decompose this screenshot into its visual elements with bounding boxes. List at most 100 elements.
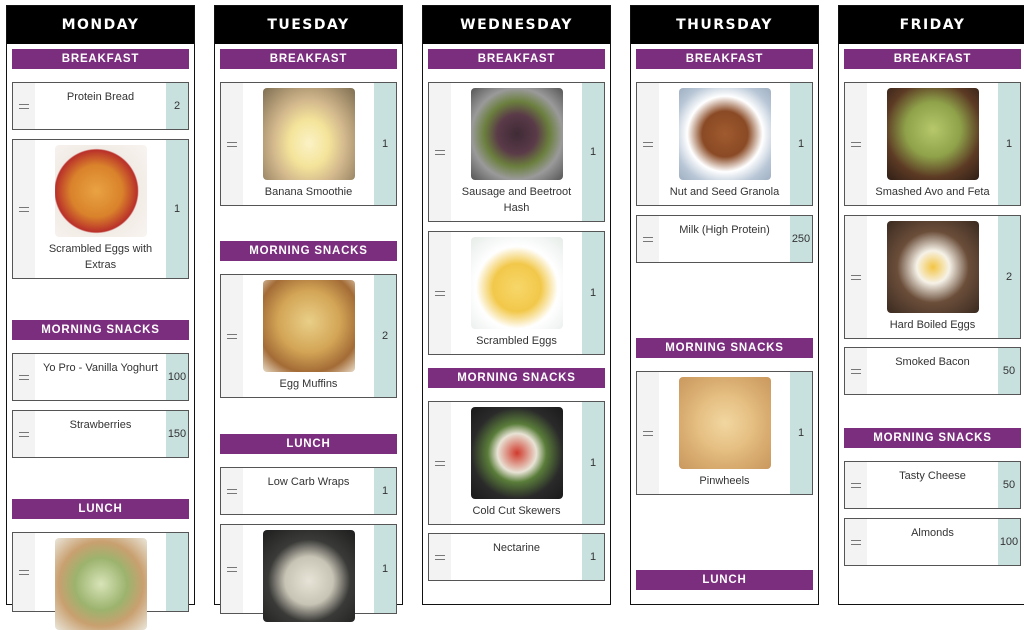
drag-handle-icon <box>227 489 237 494</box>
drag-handle[interactable] <box>221 525 243 613</box>
drag-handle[interactable] <box>13 533 35 611</box>
drag-handle-icon <box>435 555 445 560</box>
item-name: Pinwheels <box>699 475 750 487</box>
meal-item[interactable]: Scrambled Eggs 1 <box>428 231 605 355</box>
meal-item[interactable] <box>12 532 189 630</box>
item-name: Banana Smoothie <box>264 186 353 198</box>
drag-handle[interactable] <box>637 372 659 494</box>
scrambled-eggs-photo <box>54 145 147 237</box>
drag-handle-icon <box>851 369 861 374</box>
meal-header-morning-snacks: MORNING SNACKS <box>12 320 189 340</box>
drag-handle[interactable] <box>845 83 867 205</box>
item-quantity[interactable]: 1 <box>790 372 812 494</box>
meal-item[interactable]: Smoked Bacon 50 <box>844 347 1021 395</box>
meal-item[interactable]: Pinwheels 1 <box>636 371 813 495</box>
drag-handle[interactable] <box>13 83 35 129</box>
drag-handle[interactable] <box>13 140 35 278</box>
day-header: FRIDAY <box>839 6 1024 44</box>
drag-handle-icon <box>227 142 237 147</box>
meal-item[interactable]: Low Carb Wraps 1 <box>220 467 397 515</box>
meal-item[interactable]: Protein Bread 2 <box>12 82 189 130</box>
item-quantity[interactable]: 1 <box>998 83 1020 205</box>
drag-handle[interactable] <box>637 83 659 205</box>
item-quantity[interactable]: 2 <box>166 83 188 129</box>
day-column-monday: MONDAY BREAKFAST Protein Bread 2 Scrambl… <box>6 5 195 630</box>
item-quantity[interactable]: 1 <box>166 140 188 278</box>
item-quantity[interactable]: 100 <box>166 354 188 400</box>
item-quantity[interactable]: 1 <box>374 525 396 613</box>
drag-handle[interactable] <box>845 348 867 394</box>
item-quantity[interactable]: 50 <box>998 348 1020 394</box>
meal-item[interactable]: Smashed Avo and Feta 1 <box>844 82 1021 206</box>
meal-header-morning-snacks: MORNING SNACKS <box>220 241 397 261</box>
item-quantity[interactable]: 1 <box>582 534 604 580</box>
skewers-photo <box>470 407 563 499</box>
meal-item[interactable]: Strawberries 150 <box>12 410 189 458</box>
meal-item[interactable]: Egg Muffins 2 <box>220 274 397 398</box>
item-name: Scrambled Eggs <box>476 335 557 347</box>
meal-item[interactable]: 1 <box>220 524 397 622</box>
item-quantity[interactable]: 1 <box>374 83 396 205</box>
rice-dish-photo <box>262 530 355 622</box>
smoothie-photo <box>262 88 355 180</box>
item-name: Milk (High Protein) <box>679 224 770 236</box>
meal-item[interactable]: Milk (High Protein) 250 <box>636 215 813 263</box>
item-quantity[interactable] <box>166 533 188 611</box>
drag-handle[interactable] <box>429 83 451 221</box>
egg-muffins-photo <box>262 280 355 372</box>
day-header: WEDNESDAY <box>423 6 610 44</box>
meal-header-breakfast: BREAKFAST <box>636 49 813 69</box>
item-name: Smoked Bacon <box>895 356 970 368</box>
drag-handle[interactable] <box>637 216 659 262</box>
drag-handle[interactable] <box>429 534 451 580</box>
meal-header-morning-snacks: MORNING SNACKS <box>636 338 813 358</box>
meal-header-breakfast: BREAKFAST <box>844 49 1021 69</box>
item-quantity[interactable]: 50 <box>998 462 1020 508</box>
item-quantity[interactable]: 100 <box>998 519 1020 565</box>
meal-header-lunch: LUNCH <box>636 570 813 590</box>
drag-handle[interactable] <box>221 83 243 205</box>
drag-handle-icon <box>19 104 29 109</box>
meal-item[interactable]: Almonds 100 <box>844 518 1021 566</box>
item-quantity[interactable]: 150 <box>166 411 188 457</box>
item-name: Smashed Avo and Feta <box>875 186 990 198</box>
salad-photo <box>54 538 147 630</box>
drag-handle[interactable] <box>429 232 451 354</box>
meal-header-morning-snacks: MORNING SNACKS <box>844 428 1021 448</box>
drag-handle[interactable] <box>221 275 243 397</box>
item-quantity[interactable]: 1 <box>582 83 604 221</box>
day-header: THURSDAY <box>631 6 818 44</box>
meal-item[interactable]: Scrambled Eggs with Extras 1 <box>12 139 189 279</box>
meal-header-breakfast: BREAKFAST <box>12 49 189 69</box>
item-name: Yo Pro - Vanilla Yoghurt <box>43 362 158 374</box>
drag-handle[interactable] <box>13 354 35 400</box>
drag-handle[interactable] <box>845 519 867 565</box>
meal-item[interactable]: Banana Smoothie 1 <box>220 82 397 206</box>
meal-item[interactable]: Tasty Cheese 50 <box>844 461 1021 509</box>
drag-handle[interactable] <box>429 402 451 524</box>
drag-handle-icon <box>227 334 237 339</box>
drag-handle-icon <box>19 570 29 575</box>
meal-item[interactable]: Nectarine 1 <box>428 533 605 581</box>
item-name: Strawberries <box>69 419 132 431</box>
avocado-toast-photo <box>886 88 979 180</box>
meal-header-breakfast: BREAKFAST <box>220 49 397 69</box>
item-quantity[interactable]: 1 <box>790 83 812 205</box>
meal-item[interactable]: Nut and Seed Granola 1 <box>636 82 813 206</box>
item-quantity[interactable]: 1 <box>582 232 604 354</box>
drag-handle[interactable] <box>221 468 243 514</box>
drag-handle[interactable] <box>13 411 35 457</box>
drag-handle[interactable] <box>845 462 867 508</box>
meal-item[interactable]: Hard Boiled Eggs 2 <box>844 215 1021 339</box>
item-quantity[interactable]: 2 <box>998 216 1020 338</box>
item-quantity[interactable]: 1 <box>374 468 396 514</box>
item-quantity[interactable]: 250 <box>790 216 812 262</box>
item-name: Almonds <box>911 527 954 539</box>
drag-handle[interactable] <box>845 216 867 338</box>
meal-item[interactable]: Sausage and Beetroot Hash 1 <box>428 82 605 222</box>
meal-item[interactable]: Cold Cut Skewers 1 <box>428 401 605 525</box>
item-quantity[interactable]: 1 <box>582 402 604 524</box>
meal-item[interactable]: Yo Pro - Vanilla Yoghurt 100 <box>12 353 189 401</box>
item-quantity[interactable]: 2 <box>374 275 396 397</box>
item-name: Tasty Cheese <box>899 470 966 482</box>
